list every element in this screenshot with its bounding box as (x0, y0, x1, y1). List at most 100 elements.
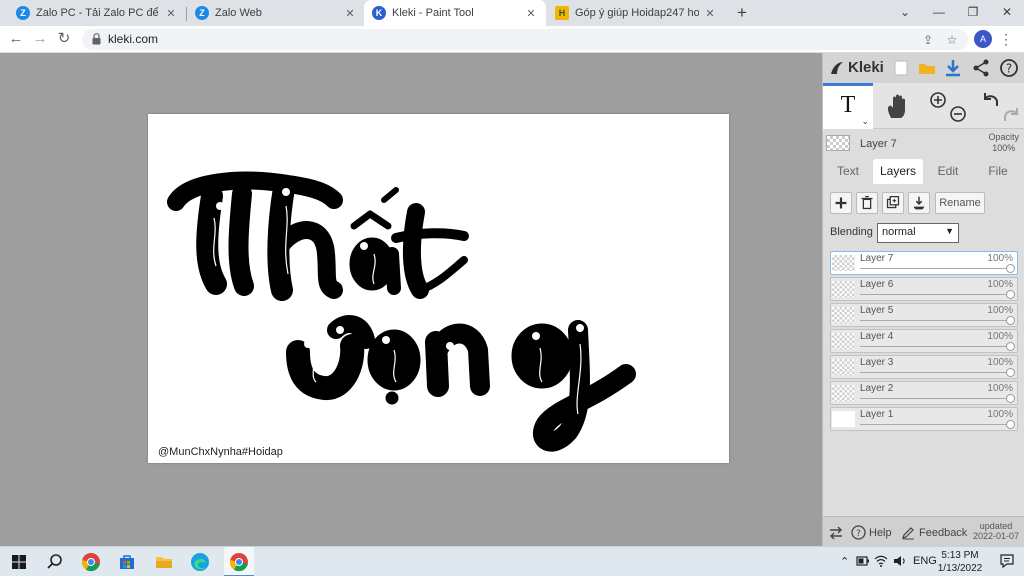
wifi-icon[interactable] (874, 554, 888, 568)
layer-opacity-slider[interactable] (860, 268, 1010, 269)
layer-opacity: 100% (987, 279, 1013, 290)
tab-file[interactable]: File (973, 159, 1023, 184)
layer-item-1[interactable]: Layer 1 100% (830, 407, 1018, 431)
feedback-pencil-icon (902, 527, 914, 540)
help-icon[interactable]: ? (999, 58, 1019, 78)
address-bar[interactable]: kleki.com ⇪ ☆ (82, 29, 968, 50)
share-icon[interactable] (971, 58, 991, 78)
swap-panel-side-icon[interactable] (828, 525, 844, 541)
layer-opacity-handle[interactable] (1006, 420, 1015, 429)
chrome-icon[interactable] (80, 551, 102, 573)
layer-opacity: 100% (987, 253, 1013, 264)
zoom-out-icon[interactable] (949, 105, 967, 123)
browser-menu-icon[interactable]: ⋮ (998, 29, 1014, 49)
windows-taskbar: ⌃ ENG 5:13 PM 1/13/2022 (0, 546, 1024, 576)
layer-item-7[interactable]: Layer 7 100% (830, 251, 1018, 275)
restore-button[interactable]: ❐ (956, 0, 990, 26)
profile-avatar[interactable]: A (974, 30, 992, 48)
kleki-header: Kleki ? (823, 53, 1024, 83)
layer-opacity-handle[interactable] (1006, 394, 1015, 403)
system-clock[interactable]: 5:13 PM 1/13/2022 (932, 549, 988, 575)
layer-opacity-handle[interactable] (1006, 342, 1015, 351)
layer-name: Layer 7 (860, 253, 894, 264)
forward-arrow-icon[interactable]: → (30, 29, 50, 49)
rename-layer-button[interactable]: Rename (935, 192, 985, 214)
text-tool-button[interactable]: T ⌄ (823, 83, 873, 129)
add-layer-icon[interactable] (830, 192, 852, 214)
windows-start-icon[interactable] (8, 551, 30, 573)
browser-toolbar: ← → ↻ kleki.com ⇪ ☆ A ⋮ (0, 26, 1024, 53)
tab-close-icon[interactable]: ✕ (703, 7, 717, 20)
bookmark-star-icon[interactable]: ☆ (944, 32, 960, 48)
tab-edit[interactable]: Edit (923, 159, 973, 184)
kleki-workspace[interactable]: @MunChxNynha#Hoidap (0, 53, 822, 546)
blending-label: Blending (830, 226, 873, 238)
layer-opacity-slider[interactable] (860, 294, 1010, 295)
chrome-icon[interactable] (228, 551, 250, 573)
layer-name: Layer 1 (860, 409, 894, 420)
open-folder-icon[interactable] (917, 58, 937, 78)
search-icon[interactable] (44, 551, 66, 573)
notification-center-icon[interactable] (998, 552, 1016, 570)
tab-close-icon[interactable]: ✕ (343, 7, 357, 20)
layer-item-5[interactable]: Layer 5 100% (830, 303, 1018, 327)
store-icon[interactable] (116, 551, 138, 573)
redo-icon[interactable] (1001, 105, 1021, 125)
layer-actions: Rename (823, 192, 1024, 216)
layer-opacity-handle[interactable] (1006, 290, 1015, 299)
help-button[interactable]: ? Help (851, 525, 892, 540)
chevron-down-icon[interactable]: ⌄ (861, 116, 869, 127)
file-explorer-icon[interactable] (153, 551, 175, 573)
tab-close-icon[interactable]: ✕ (164, 7, 178, 20)
layer-thumbnail (832, 385, 855, 401)
minimize-button[interactable]: — (922, 0, 956, 26)
volume-icon[interactable] (893, 554, 907, 568)
layer-opacity-handle[interactable] (1006, 316, 1015, 325)
layer-opacity-handle[interactable] (1006, 264, 1015, 273)
new-tab-button[interactable]: + (732, 3, 752, 23)
layer-item-2[interactable]: Layer 2 100% (830, 381, 1018, 405)
layer-opacity-slider[interactable] (860, 320, 1010, 321)
layer-opacity-slider[interactable] (860, 346, 1010, 347)
reload-icon[interactable]: ↻ (54, 29, 74, 49)
tab-kleki[interactable]: K Kleki - Paint Tool ✕ (364, 0, 546, 26)
tab-text[interactable]: Text (823, 159, 873, 184)
tab-zalo-pc[interactable]: Z Zalo PC - Tải Zalo PC để làm việc ✕ (8, 0, 186, 26)
share-icon[interactable]: ⇪ (920, 32, 936, 48)
download-icon[interactable] (943, 58, 963, 78)
text-tool-icon: T (840, 92, 856, 118)
hand-tool-icon[interactable] (883, 92, 911, 120)
layer-opacity-slider[interactable] (860, 372, 1010, 373)
duplicate-layer-icon[interactable] (882, 192, 904, 214)
layer-opacity-slider[interactable] (860, 424, 1010, 425)
layer-thumbnail (832, 307, 855, 323)
layer-opacity-handle[interactable] (1006, 368, 1015, 377)
tab-search-button[interactable]: ⌄ (888, 0, 922, 26)
blending-mode-value: normal (882, 226, 916, 238)
layer-item-3[interactable]: Layer 3 100% (830, 355, 1018, 379)
close-window-button[interactable]: ✕ (990, 0, 1024, 26)
blending-mode-select[interactable]: normal ▼ (877, 223, 959, 243)
delete-layer-icon[interactable] (856, 192, 878, 214)
edge-icon[interactable] (189, 551, 211, 573)
lock-icon (92, 33, 101, 45)
tab-hoidap247[interactable]: H Góp ý giúp Hoidap247 hoàn thiệ ✕ (547, 0, 725, 26)
layer-item-6[interactable]: Layer 6 100% (830, 277, 1018, 301)
drawing-canvas[interactable]: @MunChxNynha#Hoidap (148, 114, 729, 463)
new-image-icon[interactable] (891, 58, 911, 78)
tab-close-icon[interactable]: ✕ (524, 7, 538, 20)
tab-zalo-web[interactable]: Z Zalo Web ✕ (187, 0, 365, 26)
tray-chevron-up-icon[interactable]: ⌃ (840, 555, 849, 568)
kleki-logo[interactable]: Kleki (829, 59, 884, 76)
zoom-in-icon[interactable] (929, 91, 947, 109)
back-arrow-icon[interactable]: ← (6, 29, 26, 49)
url-text: kleki.com (108, 32, 159, 46)
merge-layer-icon[interactable] (908, 192, 930, 214)
layer-opacity-slider[interactable] (860, 398, 1010, 399)
current-layer-info: Layer 7 Opacity 100% (823, 130, 1024, 158)
tab-layers[interactable]: Layers (873, 159, 923, 184)
undo-icon[interactable] (981, 90, 1001, 110)
layer-item-4[interactable]: Layer 4 100% (830, 329, 1018, 353)
feedback-button[interactable]: Feedback (901, 525, 967, 540)
battery-icon[interactable] (856, 555, 870, 567)
